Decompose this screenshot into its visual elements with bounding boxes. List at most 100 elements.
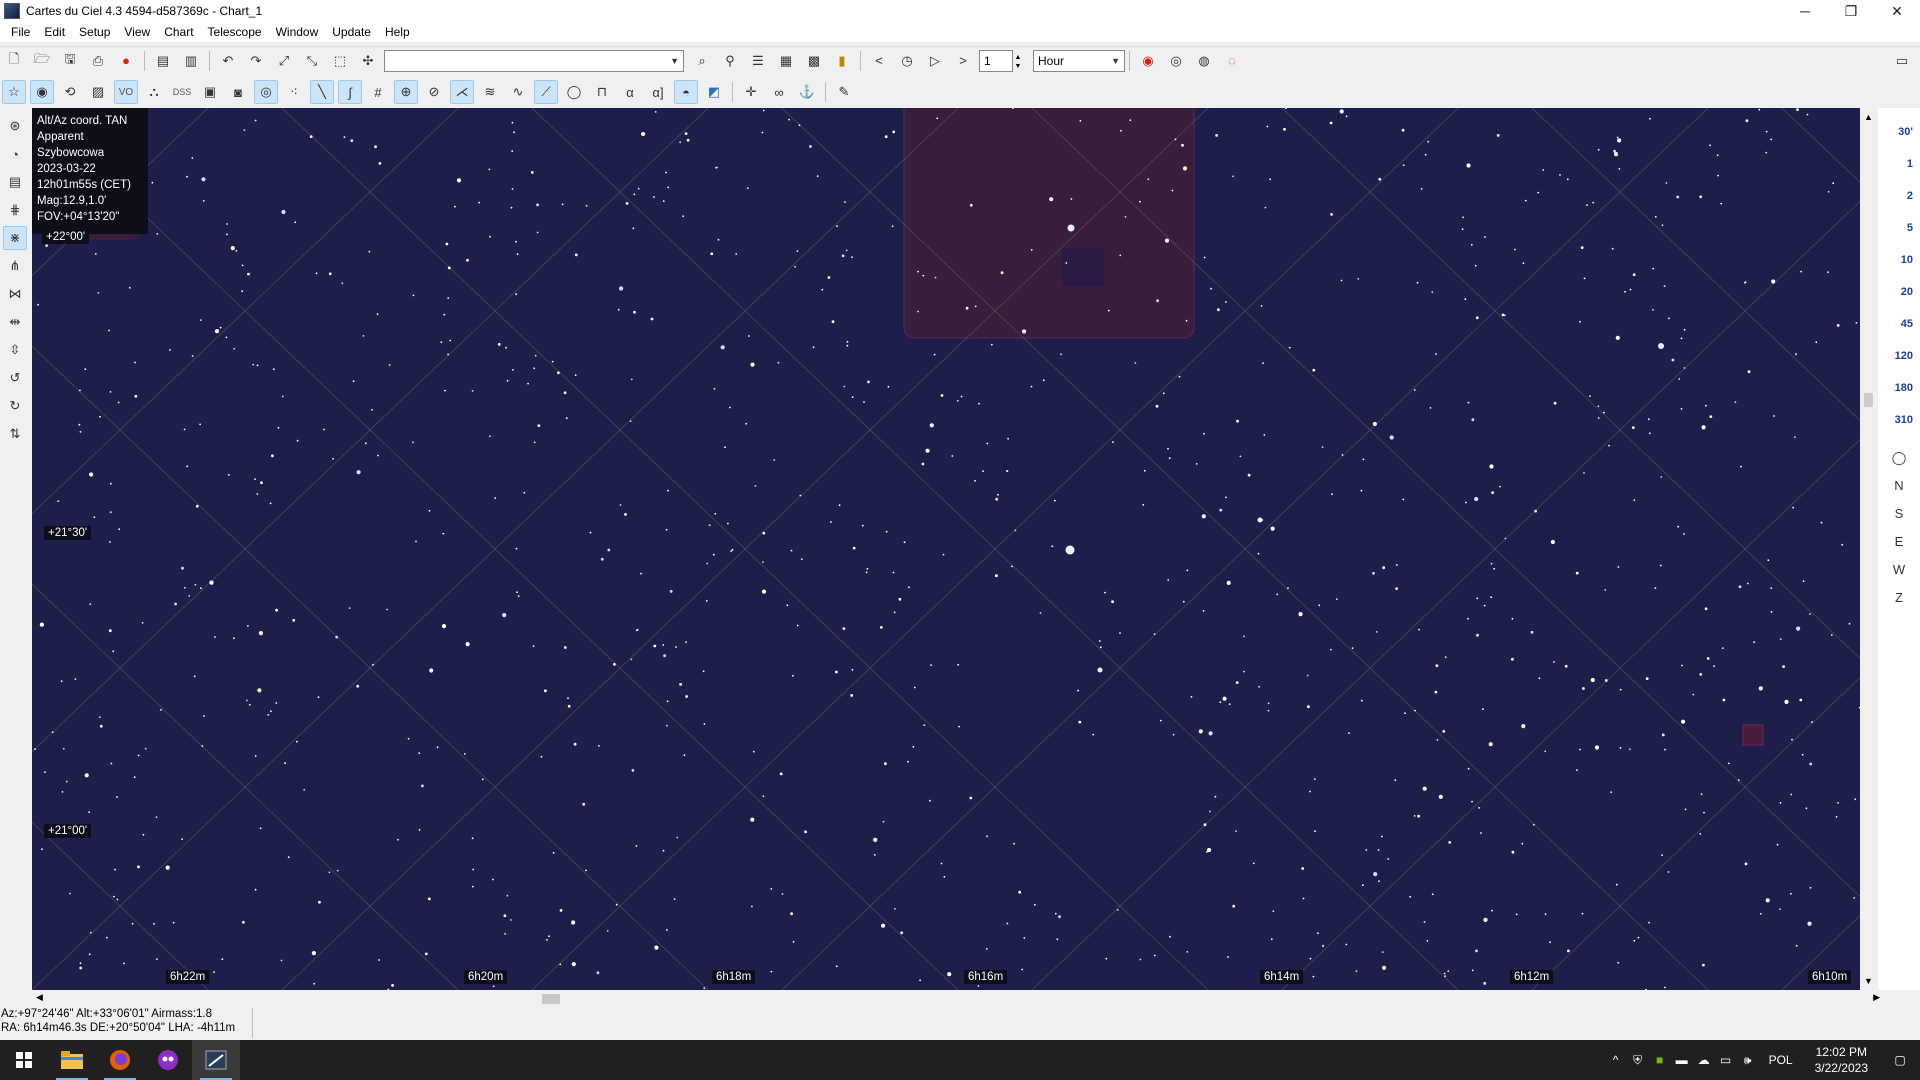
menu-setup[interactable]: Setup [72,22,117,42]
dss-button[interactable]: DSS [170,80,194,104]
scroll-up-icon[interactable]: ▲ [1864,112,1873,122]
step-forward-icon[interactable]: > [951,49,975,73]
bullseye-icon[interactable]: ◎ [254,80,278,104]
telescope-slew-icon[interactable]: ◎ [1164,49,1188,73]
altaz-coord-icon[interactable]: ⋇ [3,226,27,250]
horizontal-scrollbar[interactable]: ◀ ▶ [32,990,1880,1008]
file-explorer-taskbar-button[interactable] [48,1040,96,1080]
zenith-view-icon[interactable]: ◯ [1879,444,1919,472]
equatorial-coord-icon[interactable]: ⋕ [3,198,27,222]
app-taskbar-button[interactable] [144,1040,192,1080]
maximize-button[interactable]: ❐ [1828,0,1874,22]
star-icon[interactable]: ☆ [2,80,26,104]
cloud-icon[interactable]: ☁ [1693,1040,1715,1080]
ephemeris-icon[interactable]: ▮ [830,49,854,73]
camera-icon[interactable]: ◙ [226,80,250,104]
globe-icon[interactable]: ⊛ [3,114,27,138]
vertical-scrollbar[interactable]: ▲ ▼ [1860,108,1878,990]
fov-button[interactable]: 45 [1879,308,1919,340]
object-highlight-box[interactable] [903,108,1195,339]
constellation-icon[interactable]: ⛬ [142,80,166,104]
search-combobox[interactable]: ▼ [384,49,684,72]
fov-button[interactable]: 30' [1879,116,1919,148]
undo-icon[interactable]: ↶ [216,49,240,73]
edit-icon[interactable]: ✎ [832,80,856,104]
telescope-sync-icon[interactable]: ◍ [1192,49,1216,73]
play-forward-icon[interactable]: ▷ [923,49,947,73]
new-chart-icon[interactable]: 🗋 [2,49,26,73]
scroll-down-icon[interactable]: ▼ [1864,976,1873,986]
minimize-button[interactable]: ─ [1782,0,1828,22]
fov-button[interactable]: 1 [1879,148,1919,180]
zoom-in-area-icon[interactable]: ⤢ [272,49,296,73]
rotate-left-icon[interactable]: ↺ [3,366,27,390]
zoom-out-area-icon[interactable]: ⤡ [300,49,324,73]
object-details-icon[interactable]: ▦ [774,49,798,73]
fov-button[interactable]: 10 [1879,244,1919,276]
scroll-left-icon[interactable]: ◀ [36,992,43,1003]
sky-chart[interactable]: Alt/Az coord. TAN Apparent Szybowcowa 20… [32,108,1872,990]
bright-star[interactable] [1097,667,1103,673]
rotate-right-icon[interactable]: ↻ [3,394,27,418]
equator-icon[interactable]: ⟋ [534,80,558,104]
vertical-split-icon[interactable]: ▥ [179,49,203,73]
find-location-icon[interactable]: ⚲ [718,49,742,73]
input-language[interactable]: POL [1769,1053,1793,1067]
notification-icon[interactable]: ▢ [1880,1040,1920,1080]
open-folder-icon[interactable]: 🗁 [30,49,54,73]
time-unit-select[interactable]: Hour ▼ [1033,49,1125,72]
start-button[interactable] [0,1040,48,1080]
menu-view[interactable]: View [117,22,157,42]
bright-star[interactable] [1065,545,1075,555]
search-icon[interactable]: ⌕ [690,49,714,73]
stars-select-icon[interactable]: ✣ [356,49,380,73]
north-view-button[interactable]: N [1879,472,1919,500]
bright-star[interactable] [1257,517,1263,523]
galactic-coord-icon[interactable]: ⋈ [3,282,27,306]
firefox-taskbar-button[interactable] [96,1040,144,1080]
zenith-view-button[interactable]: Z [1879,584,1919,612]
chevron-up-icon[interactable]: ^ [1605,1040,1627,1080]
alpha-button[interactable]: α [618,80,642,104]
vo-button[interactable]: VO [114,80,138,104]
toggle-panel-icon[interactable]: ▭ [1890,49,1914,73]
security-shield-icon[interactable]: ⛨ [1627,1040,1649,1080]
anchor-icon[interactable]: ⚓ [795,80,819,104]
cartes-du-ciel-taskbar-button[interactable] [192,1040,240,1080]
south-view-button[interactable]: S [1879,500,1919,528]
planet-icon[interactable]: ⟲ [58,80,82,104]
east-view-button[interactable]: E [1879,528,1919,556]
globe-grid-icon[interactable]: ⊕ [394,80,418,104]
save-icon[interactable]: 🖫 [58,49,82,73]
fov-button[interactable]: 20 [1879,276,1919,308]
fov-button[interactable]: 2 [1879,180,1919,212]
bright-star[interactable] [1658,343,1664,349]
select-area-icon[interactable]: ⬚ [328,49,352,73]
calendar-icon[interactable]: ▩ [802,49,826,73]
bright-star[interactable] [1067,224,1075,232]
ecliptic-icon[interactable]: ∿ [506,80,530,104]
horizontal-split-icon[interactable]: ▤ [151,49,175,73]
sky-chart-canvas[interactable] [32,108,1872,990]
image-icon[interactable]: ▨ [86,80,110,104]
config-icon[interactable]: ▤ [3,170,27,194]
redo-icon[interactable]: ↷ [244,49,268,73]
fov-button[interactable]: 120 [1879,340,1919,372]
scatter-icon[interactable]: ⁖ [282,80,306,104]
fov-button[interactable]: 5 [1879,212,1919,244]
close-button[interactable]: ✕ [1874,0,1920,22]
west-view-button[interactable]: W [1879,556,1919,584]
volume-icon[interactable]: 🕪 [1737,1040,1759,1080]
nvidia-icon[interactable]: ■ [1649,1040,1671,1080]
menu-telescope[interactable]: Telescope [201,22,269,42]
scroll-right-icon[interactable]: ▶ [1873,992,1880,1003]
alpha-bracket-button[interactable]: α] [646,80,670,104]
rotate-reset-icon[interactable]: ⇅ [3,422,27,446]
usb-icon[interactable]: ▬ [1671,1040,1693,1080]
object-marker-small[interactable] [1742,724,1764,746]
now-clock-icon[interactable]: ◷ [895,49,919,73]
telescope-abort-icon[interactable]: ◌ [1220,49,1244,73]
constellation-lines-icon[interactable]: ⋌ [450,80,474,104]
compass-icon[interactable]: ⊘ [422,80,446,104]
object-marker[interactable] [1062,248,1104,286]
